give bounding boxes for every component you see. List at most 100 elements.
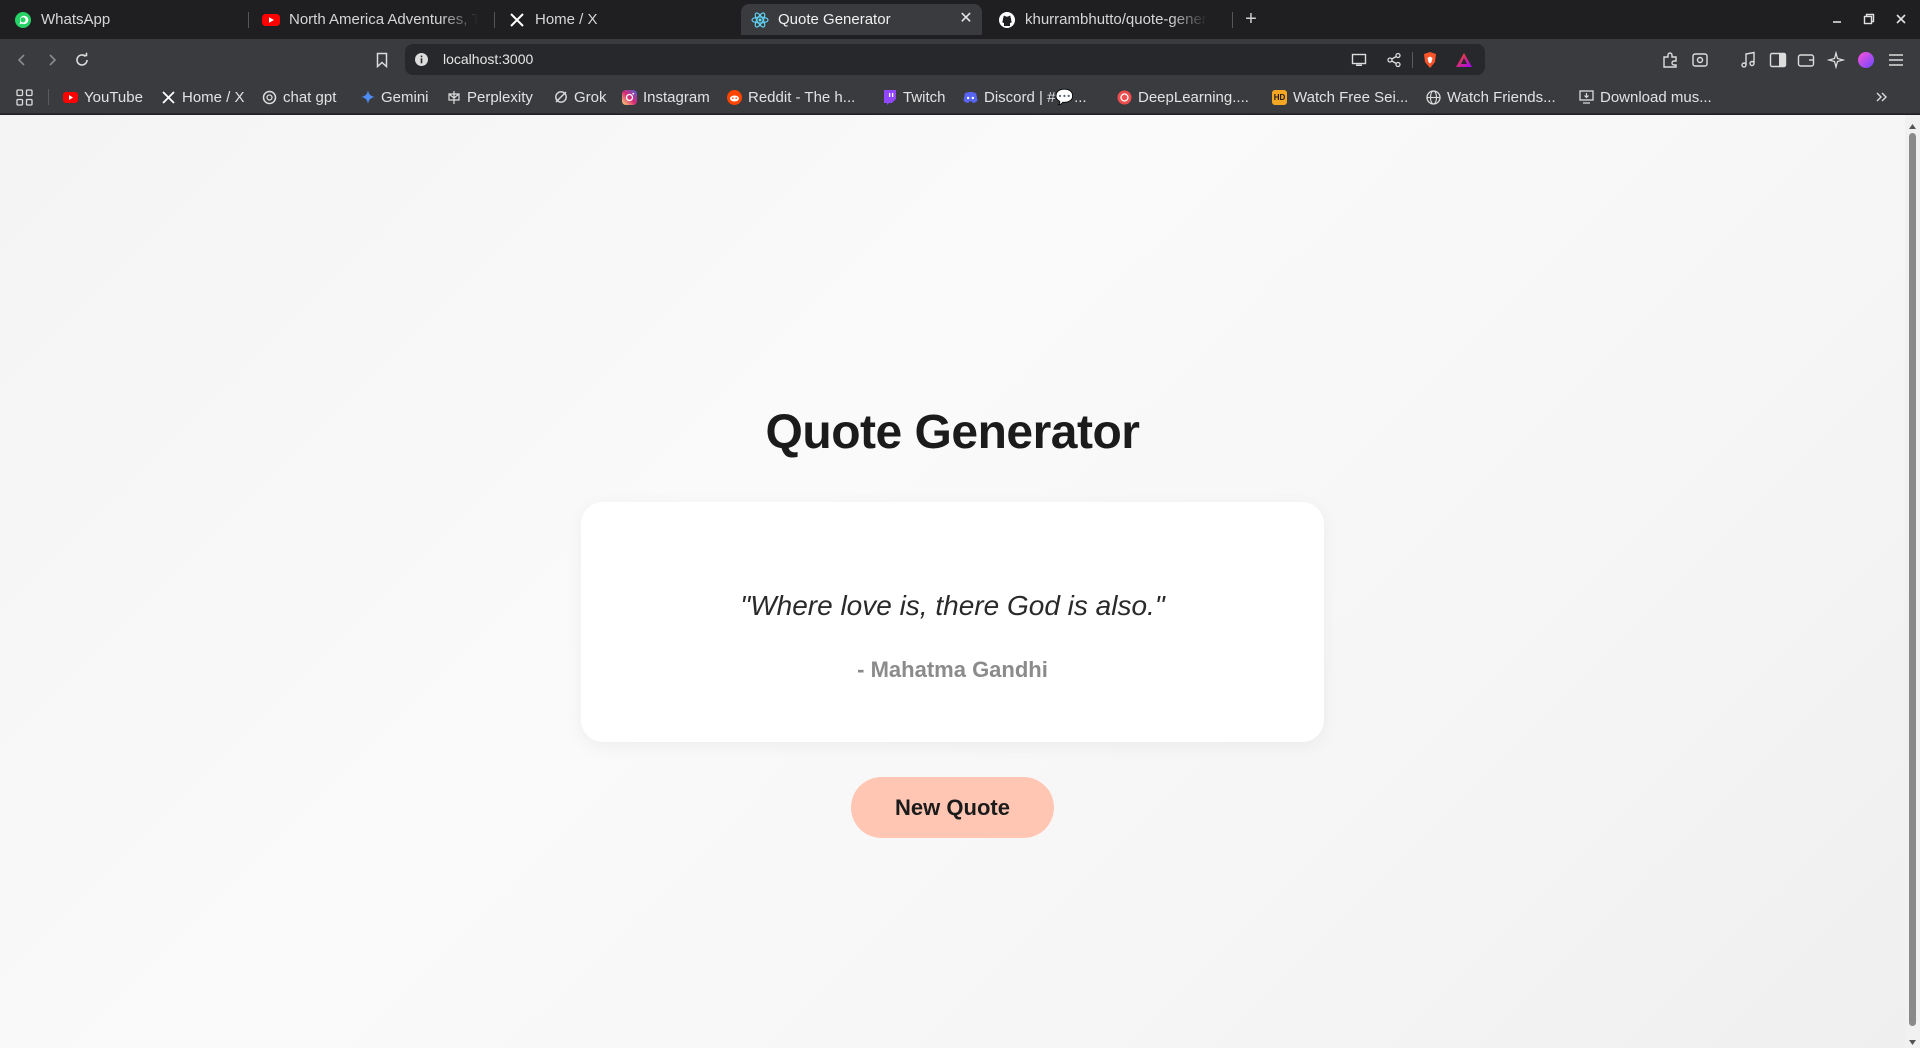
restore-icon[interactable] (1858, 8, 1880, 30)
bookmark-download-music[interactable]: Download mus... (1579, 87, 1712, 107)
tab-title: khurrambhutto/quote-gener (1025, 11, 1207, 28)
tab-separator (1232, 12, 1233, 28)
bookmarks-separator (48, 89, 49, 105)
back-icon[interactable] (10, 48, 34, 72)
wallet-icon[interactable] (1794, 48, 1818, 72)
perplexity-icon (446, 90, 461, 105)
brave-shields-icon[interactable] (1421, 51, 1439, 69)
music-icon[interactable] (1736, 48, 1760, 72)
bookmark-grok[interactable]: Grok (553, 87, 607, 107)
tab-title: North America Adventures, T (289, 11, 478, 28)
bookmark-label: Gemini (381, 88, 429, 106)
omnibox-separator (1412, 52, 1413, 68)
bookmark-label: Twitch (903, 88, 946, 106)
bookmark-label: Download mus... (1600, 88, 1712, 106)
bookmark-icon[interactable] (370, 48, 394, 72)
bookmark-label: Perplexity (467, 88, 533, 106)
bookmark-watch-free[interactable]: HD Watch Free Sei... (1272, 87, 1408, 107)
minimize-icon[interactable] (1826, 8, 1848, 30)
tab-title: Home / X (535, 11, 598, 28)
youtube-icon (63, 90, 78, 105)
page-title: Quote Generator (765, 406, 1140, 459)
profile-avatar-icon[interactable] (1854, 48, 1878, 72)
brave-rewards-icon[interactable] (1455, 51, 1473, 69)
scroll-down-icon[interactable] (1908, 1034, 1917, 1045)
address-bar[interactable]: localhost:3000 (405, 44, 1485, 75)
scroll-up-icon[interactable] (1908, 118, 1917, 129)
tab-separator (248, 12, 249, 28)
twitch-icon (882, 89, 897, 105)
x-icon (161, 90, 176, 105)
share-icon[interactable] (1385, 51, 1403, 69)
extensions-icon[interactable] (1658, 48, 1682, 72)
discord-icon (963, 90, 978, 105)
download-icon (1579, 90, 1594, 105)
close-window-icon[interactable] (1890, 8, 1912, 30)
grok-icon (553, 90, 568, 105)
new-tab-plus-icon[interactable]: + (1240, 8, 1262, 30)
sidebar-icon[interactable] (1766, 48, 1790, 72)
bookmark-perplexity[interactable]: Perplexity (446, 87, 533, 107)
bookmark-label: Discord | #💬... (984, 89, 1087, 106)
url-text[interactable]: localhost:3000 (443, 51, 533, 67)
menu-icon[interactable] (1884, 48, 1908, 72)
bookmark-twitch[interactable]: Twitch (882, 87, 946, 107)
tab-quote-generator[interactable]: Quote Generator ✕ (741, 4, 982, 35)
bookmark-label: Home / X (182, 88, 245, 106)
tab-title: WhatsApp (41, 11, 111, 28)
bookmark-label: Grok (574, 88, 607, 106)
github-icon (998, 11, 1016, 29)
chevron-double-right-icon[interactable] (1874, 87, 1888, 107)
cast-icon[interactable] (1350, 51, 1368, 69)
forward-icon[interactable] (40, 48, 64, 72)
bookmark-label: DeepLearning.... (1138, 88, 1249, 106)
browser-toolbar: localhost:3000 (0, 39, 1920, 80)
bookmark-label: chat gpt (283, 88, 337, 106)
screenshot-icon[interactable] (1688, 48, 1712, 72)
reddit-icon (727, 89, 742, 105)
bookmark-x-home[interactable]: Home / X (161, 87, 245, 107)
bookmarks-bar: YouTube Home / X chat gpt Gemini Perplex… (0, 80, 1920, 114)
tab-youtube[interactable]: North America Adventures, T (252, 4, 488, 35)
x-icon (508, 11, 526, 29)
bookmark-deeplearning[interactable]: DeepLearning.... (1117, 87, 1249, 107)
whatsapp-icon (14, 11, 32, 29)
tab-x-home[interactable]: Home / X (498, 4, 734, 35)
bookmark-label: Reddit - The h... (748, 88, 856, 106)
tab-github[interactable]: khurrambhutto/quote-gener (988, 4, 1228, 35)
deeplearning-icon (1117, 90, 1132, 105)
tab-title: Quote Generator (778, 11, 891, 28)
openai-icon (262, 90, 277, 105)
bookmark-watch-friends[interactable]: Watch Friends... (1426, 87, 1556, 107)
quote-author: - Mahatma Gandhi (857, 657, 1048, 682)
bookmark-youtube[interactable]: YouTube (63, 87, 143, 107)
tab-strip: WhatsApp North America Adventures, T Hom… (0, 0, 1920, 39)
tab-whatsapp[interactable]: WhatsApp (4, 4, 244, 35)
youtube-icon (262, 11, 280, 29)
hd-icon: HD (1272, 89, 1287, 105)
bookmark-gemini[interactable]: Gemini (360, 87, 429, 107)
bookmark-label: Watch Free Sei... (1293, 88, 1409, 106)
info-icon[interactable] (414, 52, 429, 67)
reload-icon[interactable] (70, 48, 94, 72)
gemini-icon (360, 90, 375, 105)
scrollbar[interactable] (1905, 115, 1920, 1048)
bookmark-chat-gpt[interactable]: chat gpt (262, 87, 336, 107)
scrollbar-thumb[interactable] (1909, 133, 1916, 1026)
bookmark-label: YouTube (84, 88, 143, 106)
quote-text: "Where love is, there God is also." (740, 590, 1165, 621)
tab-separator (494, 12, 495, 28)
leo-ai-icon[interactable] (1824, 48, 1848, 72)
bookmark-label: Instagram (643, 88, 710, 106)
bookmark-instagram[interactable]: Instagram (622, 87, 710, 107)
bookmark-reddit[interactable]: Reddit - The h... (727, 87, 855, 107)
quote-card: "Where love is, there God is also." - Ma… (581, 502, 1324, 742)
instagram-icon (622, 89, 637, 105)
close-icon[interactable]: ✕ (958, 11, 974, 27)
globe-icon (1426, 89, 1441, 105)
page-viewport: Quote Generator "Where love is, there Go… (0, 115, 1905, 1048)
apps-grid-icon[interactable] (16, 87, 33, 107)
bookmark-discord[interactable]: Discord | #💬... (963, 87, 1087, 107)
react-icon (751, 11, 769, 29)
new-quote-button[interactable]: New Quote (851, 777, 1054, 838)
